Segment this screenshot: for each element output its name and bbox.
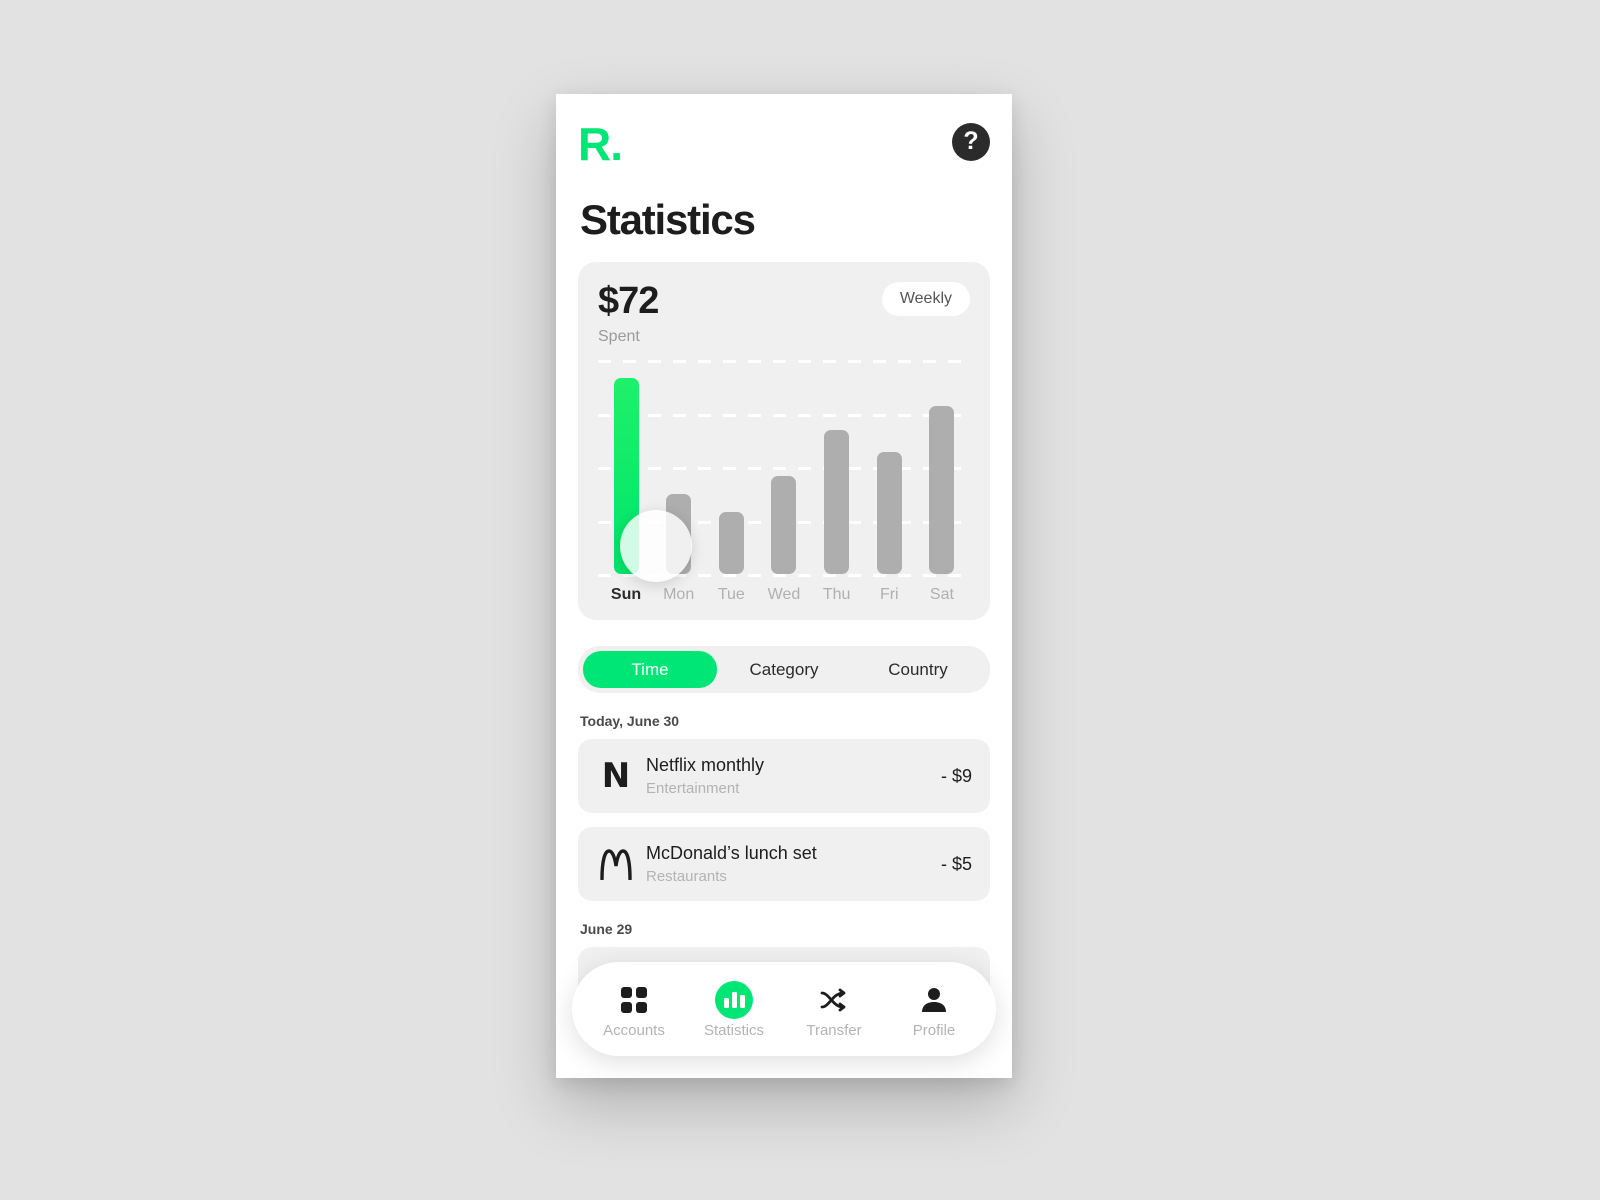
app-screen: R. ? Statistics $72 Spent Weekly Sun Mon T… bbox=[556, 94, 1012, 1078]
transaction-title: Netflix monthly bbox=[646, 755, 765, 775]
tab-time[interactable]: Time bbox=[583, 651, 717, 688]
shuffle-icon bbox=[819, 981, 849, 1019]
page-title: Statistics bbox=[580, 196, 756, 243]
chart-gridline bbox=[598, 574, 970, 577]
chart-day-label-fri[interactable]: Fri bbox=[865, 586, 913, 604]
app-logo[interactable]: R. bbox=[578, 121, 623, 167]
nav-item-transfer[interactable]: Transfer bbox=[791, 981, 877, 1038]
chart-bar-slot[interactable] bbox=[813, 360, 861, 574]
summary-header: $72 Spent Weekly bbox=[598, 282, 970, 346]
transaction-details: Netflix monthly Entertainment bbox=[636, 754, 931, 798]
transaction-details: McDonald’s lunch set Restaurants bbox=[636, 842, 931, 886]
person-icon bbox=[920, 981, 948, 1019]
spending-summary-card: $72 Spent Weekly Sun Mon Tue Wed Thu Fri Sat bbox=[578, 262, 990, 620]
transaction-amount: - $9 bbox=[940, 765, 972, 786]
tab-country[interactable]: Country bbox=[851, 651, 985, 688]
transaction-date-header: Today, June 30 bbox=[580, 713, 680, 729]
chart-day-label-tue[interactable]: Tue bbox=[707, 586, 755, 604]
chart-bar-slot[interactable] bbox=[655, 360, 703, 574]
view-mode-tabs: Time Category Country bbox=[578, 646, 990, 693]
chart-bar-mon[interactable] bbox=[666, 494, 692, 574]
chart-bar-fri[interactable] bbox=[876, 452, 902, 574]
bar-chart-icon bbox=[715, 980, 753, 1019]
chart-bar-slot[interactable] bbox=[760, 360, 808, 574]
transaction-row[interactable]: N Netflix monthly Entertainment - $9 bbox=[578, 739, 990, 813]
chart-bars bbox=[598, 360, 970, 574]
chart-day-label-mon[interactable]: Mon bbox=[655, 586, 703, 604]
period-selector[interactable]: Weekly bbox=[881, 282, 970, 316]
spent-amount: $72 bbox=[598, 280, 659, 322]
nav-label: Accounts bbox=[603, 1021, 665, 1039]
chart-bar-slot[interactable] bbox=[918, 360, 966, 574]
chart-x-axis-labels: Sun Mon Tue Wed Thu Fri Sat bbox=[598, 586, 970, 604]
chart-bar-slot[interactable] bbox=[707, 360, 755, 574]
chart-bar-wed[interactable] bbox=[771, 476, 797, 574]
chart-bar-thu[interactable] bbox=[824, 430, 850, 574]
chart-day-label-thu[interactable]: Thu bbox=[813, 586, 861, 604]
transaction-title: McDonald’s lunch set bbox=[646, 843, 817, 863]
transaction-category: Entertainment bbox=[646, 779, 740, 797]
phone-screen-card: R. ? Statistics $72 Spent Weekly Sun Mon T… bbox=[556, 94, 1012, 1078]
nav-label: Statistics bbox=[703, 1021, 764, 1039]
grid-icon bbox=[621, 981, 647, 1019]
weekly-bar-chart[interactable] bbox=[598, 360, 970, 582]
chart-bar-slot[interactable] bbox=[602, 360, 650, 574]
chart-day-label-wed[interactable]: Wed bbox=[760, 586, 808, 604]
spent-amount-label: Spent bbox=[598, 328, 640, 345]
transaction-amount: - $5 bbox=[940, 853, 972, 874]
chart-bar-slot[interactable] bbox=[865, 360, 913, 574]
chart-bar-sun[interactable] bbox=[613, 378, 639, 574]
nav-item-profile[interactable]: Profile bbox=[891, 981, 977, 1038]
transaction-row[interactable]: McDonald’s lunch set Restaurants - $5 bbox=[578, 827, 990, 901]
mcdonalds-icon bbox=[596, 848, 636, 880]
help-icon[interactable]: ? bbox=[952, 123, 990, 161]
chart-day-label-sat[interactable]: Sat bbox=[918, 586, 966, 604]
app-top-bar: R. ? bbox=[578, 94, 990, 190]
chart-bar-tue[interactable] bbox=[718, 512, 744, 574]
netflix-icon: N bbox=[601, 756, 631, 796]
transaction-date-header: June 29 bbox=[580, 921, 633, 937]
summary-amount-block: $72 Spent bbox=[598, 280, 659, 346]
chart-day-label-sun[interactable]: Sun bbox=[602, 586, 650, 604]
chart-bar-sat[interactable] bbox=[929, 406, 955, 574]
bottom-navigation: Accounts Statistics Transfer Profile bbox=[572, 962, 996, 1056]
nav-label: Transfer bbox=[806, 1021, 862, 1039]
nav-item-statistics[interactable]: Statistics bbox=[691, 980, 777, 1039]
tab-category[interactable]: Category bbox=[717, 651, 851, 688]
nav-label: Profile bbox=[912, 1021, 956, 1039]
transaction-category: Restaurants bbox=[646, 867, 727, 885]
nav-item-accounts[interactable]: Accounts bbox=[591, 981, 677, 1038]
